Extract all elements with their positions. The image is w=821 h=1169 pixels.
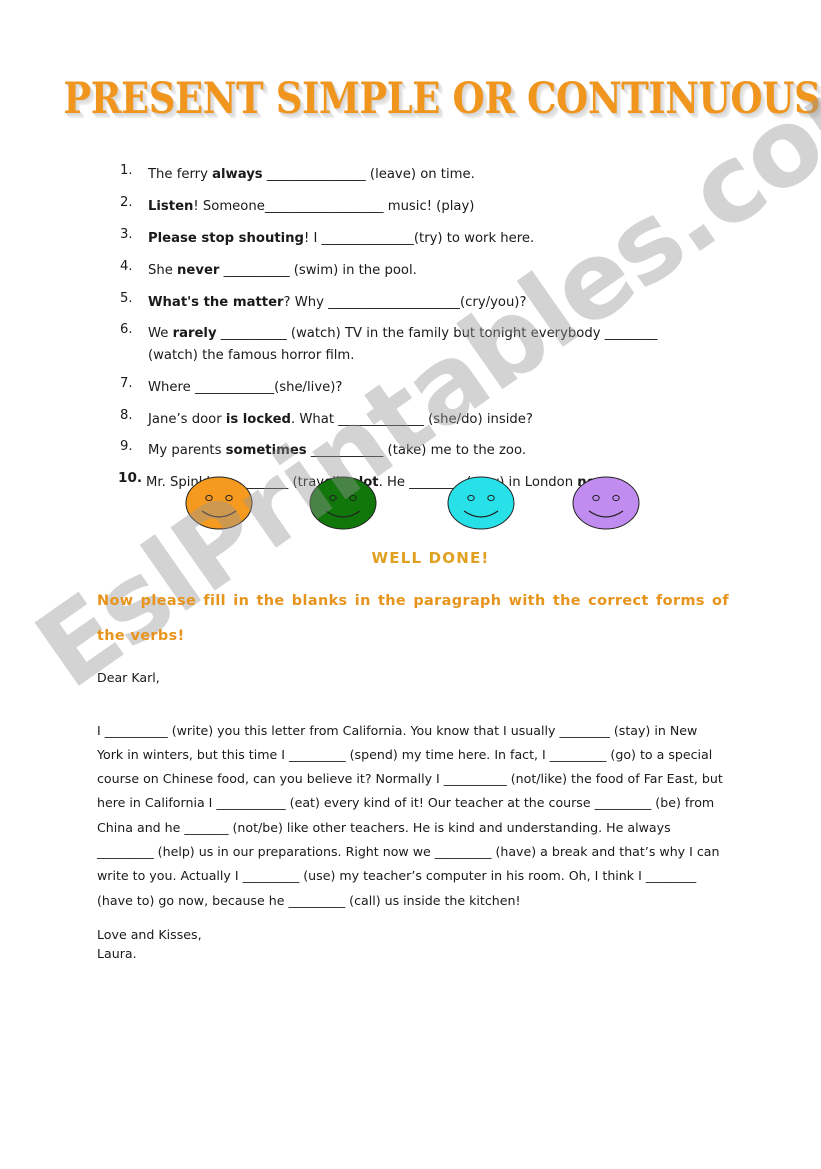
exercise-item: 9. My parents sometimes ___________ (take… — [118, 440, 708, 461]
exercise-list: 1. The ferry always _______________ (leav… — [118, 164, 708, 504]
exercise-number: 8. — [120, 407, 133, 423]
exercise-number: 3. — [120, 226, 133, 242]
exercise-item: 7. Where ____________(she/live)? — [118, 375, 708, 398]
exercise-number: 2. — [120, 194, 133, 210]
smiley-row — [0, 476, 821, 536]
exercise-number: 1. — [120, 163, 133, 178]
smiley-cyan-icon — [447, 476, 515, 531]
exercise-text: The ferry always _______________ (leave)… — [148, 167, 475, 182]
exercise-item: 3. Please stop shouting! I ______________… — [118, 228, 708, 249]
exercise-text: Where ____________(she/live)? — [148, 379, 343, 395]
smiley-purple-icon — [572, 476, 640, 531]
smiley-orange-icon — [185, 476, 253, 531]
letter-closing-line-2: Laura. — [97, 946, 137, 962]
exercise-text: Jane’s door is locked. What ____________… — [148, 411, 533, 427]
exercise-number: 6. — [120, 322, 133, 338]
exercise-item: 1. The ferry always _______________ (leav… — [118, 164, 708, 185]
exercise-text: We rarely __________ (watch) TV in the f… — [148, 326, 658, 363]
exercise-text: My parents sometimes ___________ (take) … — [148, 443, 527, 459]
exercise-item: 2. Listen! Someone__________________ musi… — [118, 196, 708, 217]
worksheet-page: EslPrintables.com PRESENT SIMPLE OR CONT… — [0, 0, 821, 1169]
exercise-number: 9. — [120, 439, 133, 455]
exercise-number: 4. — [120, 258, 133, 274]
page-title-container: PRESENT SIMPLE OR CONTINUOUS? — [0, 78, 821, 121]
smiley-green-icon — [309, 476, 377, 531]
exercise-number: 7. — [120, 375, 133, 391]
letter-body: I __________ (write) you this letter fro… — [97, 722, 723, 908]
letter-greeting: Dear Karl, — [97, 670, 160, 685]
instruction-text: Now please fill in the blanks in the par… — [97, 593, 729, 645]
letter-block: Dear Karl, I __________ (write) you this… — [97, 670, 727, 964]
well-done-text: WELL DONE! — [371, 549, 490, 567]
exercise-item: 5. What's the matter? Why _______________… — [118, 290, 708, 313]
exercise-number: 5. — [120, 290, 133, 306]
exercise-text: Please stop shouting! I ______________(t… — [148, 230, 535, 246]
exercise-item: 6. We rarely __________ (watch) TV in the… — [118, 323, 708, 366]
exercise-item: 8. Jane’s door is locked. What __________… — [118, 407, 708, 430]
exercise-text: What's the matter? Why _________________… — [148, 294, 527, 310]
letter-closing-line-1: Love and Kisses, — [97, 926, 202, 942]
exercise-text: She never __________ (swim) in the pool. — [148, 262, 417, 278]
letter-closing: Love and Kisses, Laura. — [97, 925, 727, 964]
page-title: PRESENT SIMPLE OR CONTINUOUS? — [63, 74, 821, 124]
exercise-text: Listen! Someone__________________ music!… — [148, 198, 475, 214]
exercise-item: 4. She never __________ (swim) in the poo… — [118, 258, 708, 281]
